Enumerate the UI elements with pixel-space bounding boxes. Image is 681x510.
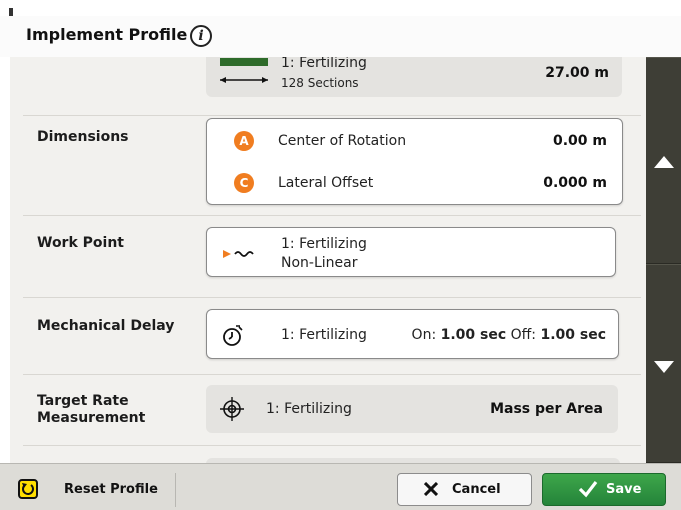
badge-a: A [234, 131, 254, 151]
implement-width-value: 27.00 m [545, 65, 609, 81]
work-point-label: Work Point [37, 235, 124, 251]
dimensions-card[interactable]: A Center of Rotation 0.00 m C Lateral Of… [206, 118, 623, 205]
off-prefix: Off: [510, 327, 536, 343]
save-label: Save [606, 482, 642, 497]
divider [23, 297, 641, 298]
target-rate-label-line2: Measurement [37, 410, 146, 426]
dimensions-label: Dimensions [37, 129, 129, 145]
center-of-rotation-value: 0.00 m [552, 133, 607, 149]
implement-name: 1: Fertilizing [281, 57, 367, 71]
target-rate-label-line1: Target Rate [37, 393, 129, 409]
work-point-implement: 1: Fertilizing [281, 236, 367, 252]
arrow-up-icon [654, 156, 674, 168]
divider [23, 215, 641, 216]
mechanical-delay-card[interactable]: 1: Fertilizing On: 1.00 sec Off: 1.00 se… [206, 309, 619, 359]
mechanical-delay-implement: 1: Fertilizing [281, 327, 367, 343]
work-point-card[interactable]: 1: Fertilizing Non-Linear [206, 227, 616, 277]
scroll-up-button[interactable] [646, 57, 681, 264]
info-icon[interactable]: i [190, 25, 212, 47]
cancel-label: Cancel [452, 482, 501, 497]
reset-profile-label: Reset Profile [64, 482, 158, 497]
lateral-offset-value: 0.000 m [543, 175, 607, 191]
close-icon [424, 482, 438, 496]
page-title: Implement Profile [26, 25, 188, 44]
lateral-offset-label: Lateral Offset [278, 175, 374, 191]
badge-c: C [234, 173, 254, 193]
on-value: 1.00 sec [440, 327, 507, 343]
target-rate-card[interactable]: 1: Fertilizing Mass per Area [206, 385, 618, 433]
implement-width-icon [220, 58, 268, 83]
divider [23, 115, 641, 116]
arrow-down-icon [654, 361, 674, 373]
target-rate-value: Mass per Area [490, 401, 603, 417]
save-button[interactable] [542, 473, 666, 506]
divider [23, 374, 641, 375]
center-of-rotation-label: Center of Rotation [278, 133, 407, 149]
divider [23, 445, 641, 446]
profile-content[interactable]: 1: Fertilizing 128 Sections 27.00 m Dime… [10, 57, 646, 463]
timer-icon [223, 325, 243, 346]
target-rate-implement: 1: Fertilizing [266, 401, 352, 417]
on-prefix: On: [411, 327, 437, 343]
work-point-icon [223, 250, 254, 258]
target-rate-label: Target Rate Measurement [37, 393, 145, 427]
implement-width-card[interactable]: 1: Fertilizing 128 Sections 27.00 m [206, 57, 622, 97]
work-point-mode: Non-Linear [281, 255, 358, 271]
reset-icon [18, 479, 38, 499]
delay-values: On: 1.00 sec Off: 1.00 sec [412, 327, 606, 343]
checkmark-icon [578, 481, 598, 498]
scroll-down-button[interactable] [646, 264, 681, 463]
off-value: 1.00 sec [540, 327, 606, 343]
mechanical-delay-label: Mechanical Delay [37, 318, 175, 334]
corner-mark [9, 8, 13, 16]
crosshair-icon [220, 397, 244, 421]
sections-count: 128 Sections [281, 76, 359, 90]
